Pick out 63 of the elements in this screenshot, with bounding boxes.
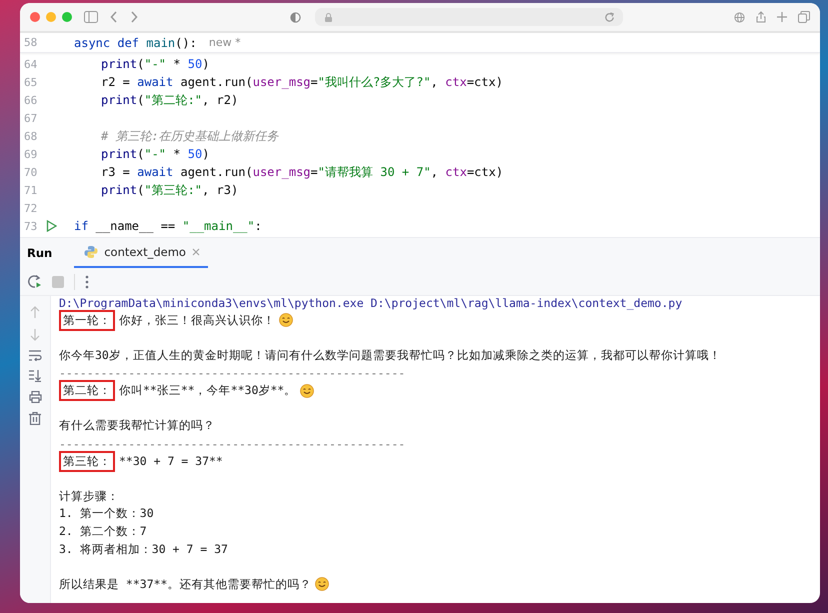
output-text: 1. 第一个数：30	[59, 506, 154, 522]
rerun-icon[interactable]	[27, 274, 42, 289]
inlay-hint: new *	[208, 36, 241, 49]
line-number: 65	[23, 76, 38, 88]
line-number: 72	[23, 202, 38, 214]
globe-icon[interactable]	[734, 12, 745, 22]
output-text: 你今年30岁，正值人生的黄金时期呢！请问有什么数学问题需要我帮忙吗？比如加减乘除之类的运算，我都可以帮你计算哦！	[59, 348, 721, 364]
back-icon[interactable]	[110, 11, 118, 23]
contrast-icon[interactable]	[290, 12, 301, 22]
output-text: 有什么需要我帮忙计算的吗？	[59, 418, 215, 434]
forward-icon[interactable]	[130, 11, 138, 23]
separator-line: --------------------------------------------------	[59, 436, 406, 452]
round-label: 第二轮：	[59, 380, 115, 402]
more-icon[interactable]	[85, 274, 89, 288]
line-number: 73	[23, 220, 38, 232]
share-icon[interactable]	[756, 11, 766, 23]
line-number: 68	[23, 130, 38, 142]
code-line: async def main():	[74, 36, 197, 50]
print-icon[interactable]	[28, 391, 42, 403]
line-number: 67	[23, 112, 38, 124]
sidebar-icon[interactable]	[84, 11, 98, 23]
stop-icon[interactable]	[52, 276, 64, 288]
line-number: 70	[23, 166, 38, 178]
soft-wrap-icon[interactable]	[28, 350, 42, 361]
output-text: 你好，张三！很高兴认识你！	[119, 312, 275, 328]
code-line: print("第二轮:", r2)	[100, 92, 238, 108]
round-label: 第一轮：	[59, 310, 115, 331]
scroll-to-end-icon[interactable]	[28, 370, 42, 382]
up-arrow-icon[interactable]	[30, 306, 40, 319]
command-path: D:\ProgramData\miniconda3\envs\ml\python.exe D:\project\ml\rag\llama-index\context_demo.py	[59, 296, 684, 312]
output-text: **30 + 7 = 37**	[119, 454, 223, 468]
code-line: if __name__ == "__main__":	[74, 219, 262, 233]
python-icon	[84, 245, 98, 259]
plus-icon[interactable]	[777, 12, 787, 22]
round-label: 第三轮：	[59, 450, 115, 472]
trash-icon[interactable]	[29, 412, 41, 425]
line-number: 66	[23, 94, 38, 106]
minimize-button[interactable]	[46, 12, 56, 22]
separator-line: --------------------------------------------------	[59, 365, 406, 382]
line-number: 58	[23, 36, 38, 49]
output-text: 2. 第二个数：7	[59, 524, 147, 540]
zoom-button[interactable]	[62, 12, 72, 22]
code-line: r2 = await agent.run(user_msg="我叫什么?多大了?", ctx=ctx)	[100, 74, 503, 90]
reload-icon[interactable]	[604, 12, 615, 22]
close-icon[interactable]	[192, 248, 200, 256]
output-text: 计算步骤：	[59, 488, 119, 504]
line-number: 71	[23, 184, 38, 196]
code-line: print("第三轮:", r3)	[100, 182, 238, 198]
panel-title: Run	[27, 246, 52, 260]
code-line: print("-" * 50)	[100, 57, 210, 71]
line-number: 69	[23, 148, 38, 160]
code-line: r3 = await agent.run(user_msg="请帮我算 30 + 7", ctx=ctx)	[100, 164, 504, 180]
output-text: 所以结果是 **37**。还有其他需要帮忙的吗？	[59, 576, 312, 592]
code-line: # 第三轮:在历史基础上做新任务	[100, 128, 279, 144]
down-arrow-icon[interactable]	[30, 328, 40, 341]
lock-icon	[325, 12, 332, 22]
code-line: print("-" * 50)	[100, 147, 210, 161]
tabs-overview-icon[interactable]	[798, 11, 810, 23]
output-text: 3. 将两者相加：30 + 7 = 37	[59, 542, 228, 557]
close-button[interactable]	[30, 12, 40, 22]
line-number: 64	[23, 58, 38, 70]
output-text: 你叫**张三**，今年**30岁**。	[119, 383, 296, 398]
run-icon[interactable]	[46, 220, 57, 232]
